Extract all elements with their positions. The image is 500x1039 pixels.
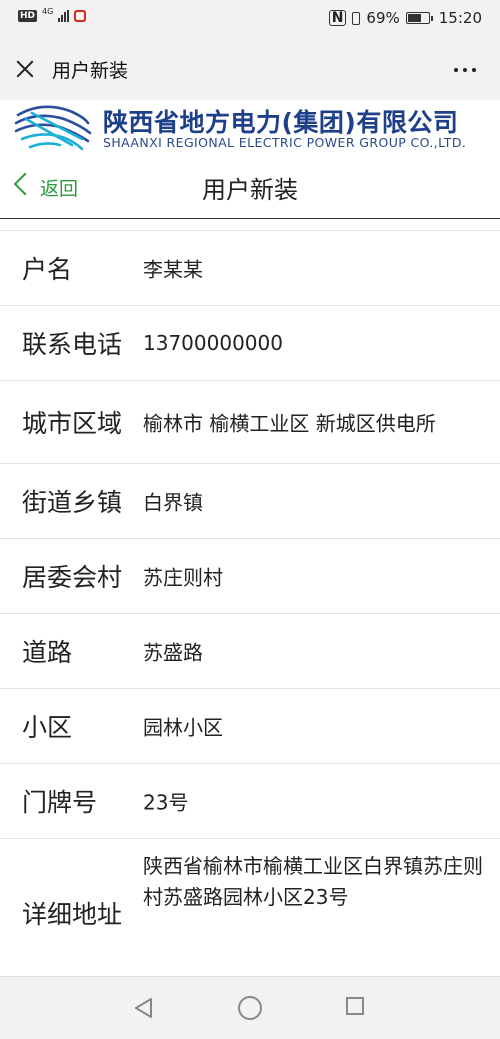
- field-value: 榆林市 榆横工业区 新城区供电所: [143, 411, 436, 436]
- field-label: 户名: [22, 255, 73, 284]
- vibrate-icon: [352, 11, 361, 25]
- field-value: 23号: [143, 790, 189, 815]
- form-row-road: 道路 苏盛路: [0, 614, 500, 689]
- field-value: 13700000000: [143, 331, 283, 355]
- field-label: 居委会村: [22, 563, 123, 592]
- form-row-phone: 联系电话 13700000000: [0, 306, 500, 381]
- hd-badge: HD: [18, 10, 38, 22]
- form-row-community: 小区 园林小区: [0, 689, 500, 764]
- recent-apps-icon[interactable]: [346, 997, 364, 1015]
- status-bar: HD 4G N 69% 15:20: [0, 0, 500, 38]
- form-row-village: 居委会村 苏庄则村: [0, 539, 500, 614]
- status-left: HD 4G: [18, 7, 87, 22]
- back-triangle-icon[interactable]: [133, 997, 155, 1019]
- form-row-street-town: 街道乡镇 白界镇: [0, 464, 500, 539]
- company-banner: 陕西省地方电力(集团)有限公司 SHAANXI REGIONAL ELECTRI…: [0, 100, 500, 158]
- battery-icon: [405, 12, 433, 24]
- form-row-house-number: 门牌号 23号: [0, 764, 500, 839]
- notification-icon: [74, 10, 87, 22]
- field-value: 园林小区: [143, 715, 223, 740]
- field-label: 街道乡镇: [22, 488, 123, 517]
- field-value: 陕西省榆林市榆横工业区白界镇苏庄则村苏盛路园林小区23号: [143, 854, 483, 909]
- field-value: 苏盛路: [143, 640, 203, 665]
- field-label: 门牌号: [22, 788, 98, 817]
- home-circle-icon[interactable]: [238, 996, 262, 1020]
- form-row-city-area: 城市区域 榆林市 榆横工业区 新城区供电所: [0, 381, 500, 464]
- field-value: 白界镇: [143, 490, 203, 515]
- clock: 15:20: [438, 9, 482, 27]
- page-nav-bar: 返回 用户新装: [0, 158, 500, 219]
- status-right: N 69% 15:20: [328, 9, 482, 27]
- field-label: 道路: [22, 638, 73, 667]
- field-value: 苏庄则村: [143, 565, 223, 590]
- field-label: 城市区域: [22, 409, 123, 438]
- system-nav-bar: [0, 976, 500, 1039]
- battery-percent: 69%: [366, 9, 400, 27]
- nfc-icon: N: [328, 10, 347, 26]
- close-icon[interactable]: [14, 58, 36, 80]
- company-name-cn: 陕西省地方电力(集团)有限公司: [103, 108, 459, 137]
- wechat-title-bar: 用户新装: [0, 38, 500, 100]
- user-info-form: 户名 李某某 联系电话 13700000000 城市区域 榆林市 榆横工业区 新…: [0, 230, 500, 980]
- field-label: 联系电话: [22, 330, 123, 359]
- more-options-icon[interactable]: [454, 68, 476, 72]
- form-row-name: 户名 李某某: [0, 231, 500, 306]
- field-value: 李某某: [143, 257, 203, 282]
- page-title: 用户新装: [202, 176, 298, 204]
- wechat-title: 用户新装: [52, 60, 129, 82]
- signal-icon: [58, 10, 70, 22]
- form-row-full-address: 详细地址 陕西省榆林市榆横工业区白界镇苏庄则村苏盛路园林小区23号: [0, 839, 500, 980]
- company-logo-icon: [14, 105, 92, 151]
- network-type: 4G: [42, 7, 54, 16]
- field-label: 小区: [22, 713, 73, 742]
- company-name-en: SHAANXI REGIONAL ELECTRIC POWER GROUP CO…: [103, 135, 467, 150]
- field-label: 详细地址: [22, 900, 123, 929]
